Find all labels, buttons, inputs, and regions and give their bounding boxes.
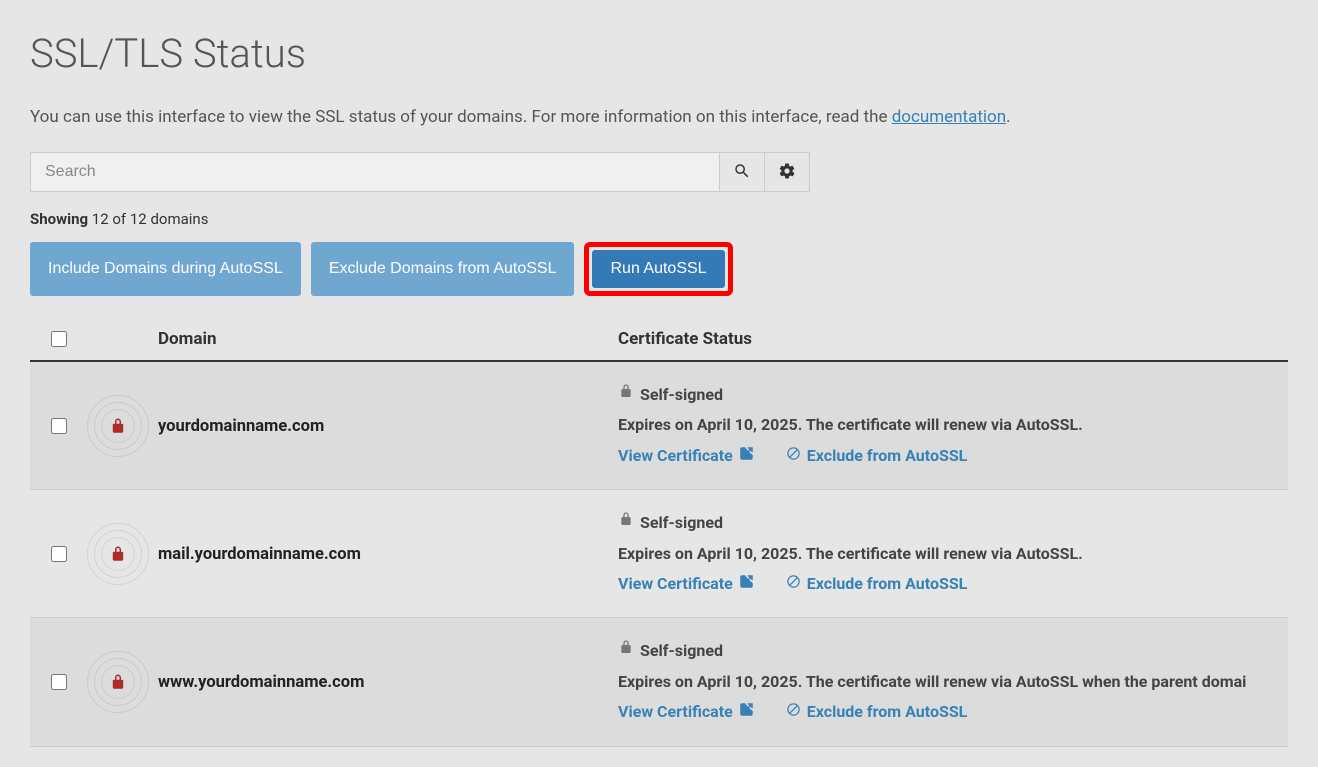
cert-status-title: Self-signed xyxy=(640,636,723,666)
prohibit-icon xyxy=(786,569,801,599)
table-row: mail.yourdomainname.com Self-signed Expi… xyxy=(30,490,1288,618)
lock-status-icon xyxy=(86,650,150,714)
table-row: www.yourdomainname.com Self-signed Expir… xyxy=(30,618,1288,746)
prohibit-icon xyxy=(786,697,801,727)
page-title: SSL/TLS Status xyxy=(30,30,1288,77)
exclude-from-autossl-link[interactable]: Exclude from AutoSSL xyxy=(786,697,968,727)
cert-status-detail: Expires on April 10, 2025. The certifica… xyxy=(618,667,1280,697)
run-autossl-button[interactable]: Run AutoSSL xyxy=(592,250,724,288)
external-link-icon xyxy=(739,697,754,727)
description-prefix: You can use this interface to view the S… xyxy=(30,107,892,127)
settings-button[interactable] xyxy=(764,152,810,192)
exclude-from-autossl-link[interactable]: Exclude from AutoSSL xyxy=(786,569,968,599)
view-certificate-link[interactable]: View Certificate xyxy=(618,441,754,471)
domain-name: mail.yourdomainname.com xyxy=(158,545,361,564)
view-certificate-link[interactable]: View Certificate xyxy=(618,697,754,727)
row-checkbox[interactable] xyxy=(51,418,67,434)
column-header-domain: Domain xyxy=(158,329,618,349)
page-description: You can use this interface to view the S… xyxy=(30,107,1288,127)
search-icon xyxy=(733,162,751,183)
cert-status-title: Self-signed xyxy=(640,380,723,410)
domain-name: yourdomainname.com xyxy=(158,417,324,436)
exclude-domains-button[interactable]: Exclude Domains from AutoSSL xyxy=(311,242,575,296)
view-certificate-link[interactable]: View Certificate xyxy=(618,569,754,599)
row-checkbox[interactable] xyxy=(51,546,67,562)
external-link-icon xyxy=(739,569,754,599)
exclude-from-autossl-link[interactable]: Exclude from AutoSSL xyxy=(786,441,968,471)
prohibit-icon xyxy=(786,441,801,471)
lock-icon xyxy=(618,636,634,666)
domain-name: www.yourdomainname.com xyxy=(158,673,364,692)
showing-count: 12 of 12 domains xyxy=(88,210,208,228)
search-bar xyxy=(30,152,810,192)
lock-status-icon xyxy=(86,394,150,458)
lock-icon xyxy=(618,508,634,538)
gear-icon xyxy=(778,162,796,183)
select-all-checkbox[interactable] xyxy=(51,331,67,347)
table-header: Domain Certificate Status xyxy=(30,318,1288,362)
table-row: yourdomainname.com Self-signed Expires o… xyxy=(30,362,1288,490)
showing-strong: Showing xyxy=(30,210,88,228)
run-autossl-highlight: Run AutoSSL xyxy=(584,242,732,296)
showing-label: Showing 12 of 12 domains xyxy=(30,210,1288,228)
row-checkbox[interactable] xyxy=(51,674,67,690)
lock-icon xyxy=(618,380,634,410)
lock-status-icon xyxy=(86,522,150,586)
column-header-status: Certificate Status xyxy=(618,329,1280,349)
action-buttons: Include Domains during AutoSSL Exclude D… xyxy=(30,242,1288,296)
cert-status-detail: Expires on April 10, 2025. The certifica… xyxy=(618,539,1280,569)
search-button[interactable] xyxy=(719,152,765,192)
external-link-icon xyxy=(739,441,754,471)
documentation-link[interactable]: documentation xyxy=(892,107,1006,127)
domain-table: Domain Certificate Status yourdomainname… xyxy=(30,318,1288,747)
cert-status-title: Self-signed xyxy=(640,508,723,538)
cert-status-detail: Expires on April 10, 2025. The certifica… xyxy=(618,410,1280,440)
include-domains-button[interactable]: Include Domains during AutoSSL xyxy=(30,242,301,296)
search-input[interactable] xyxy=(30,152,720,192)
description-suffix: . xyxy=(1006,107,1010,127)
